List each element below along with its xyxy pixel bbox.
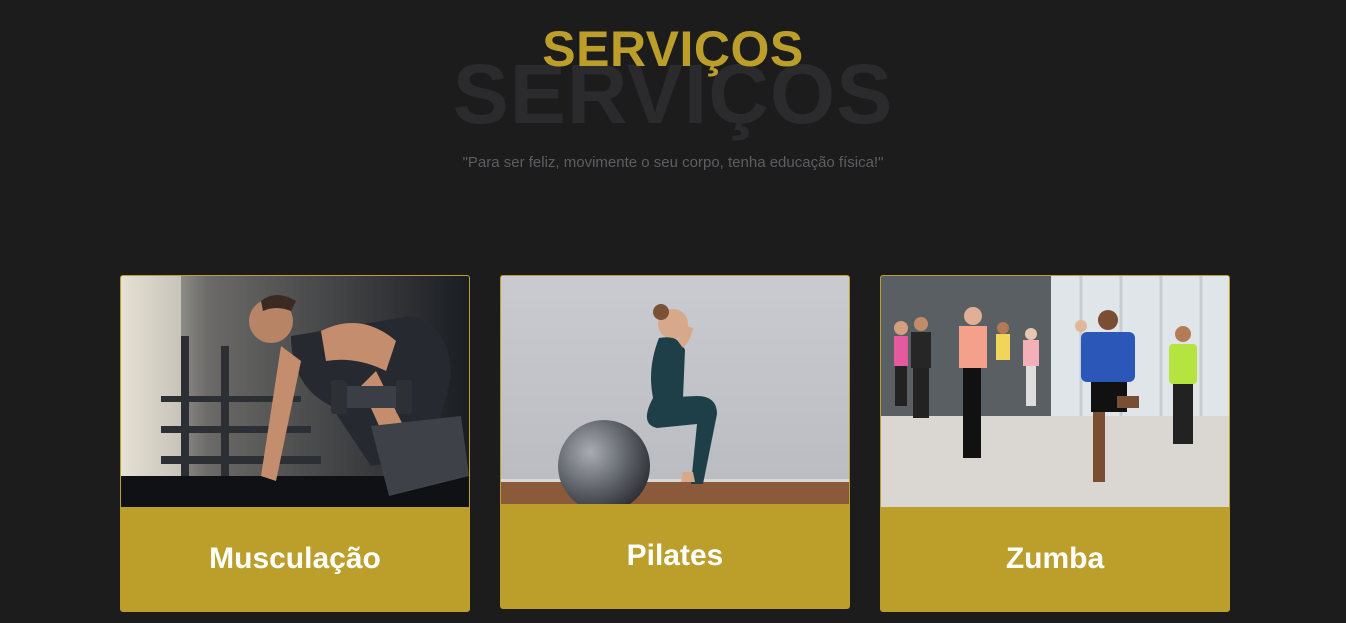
service-card-label: Pilates [501, 504, 849, 608]
service-card-label: Zumba [881, 507, 1229, 611]
section-title: SERVIÇOS [542, 21, 804, 77]
zumba-class-photo [881, 276, 1229, 507]
service-card-zumba[interactable]: Zumba [880, 275, 1230, 612]
service-card-musculacao[interactable]: Musculação [120, 275, 470, 612]
section-quote: "Para ser feliz, movimente o seu corpo, … [462, 154, 884, 171]
services-header: SERVIÇOS SERVIÇOS "Para ser feliz, movim… [0, 0, 1346, 200]
weightlifting-photo [121, 276, 469, 507]
service-card-pilates[interactable]: Pilates [500, 275, 850, 609]
pilates-ball-photo [501, 276, 849, 504]
service-card-label: Musculação [121, 507, 469, 611]
